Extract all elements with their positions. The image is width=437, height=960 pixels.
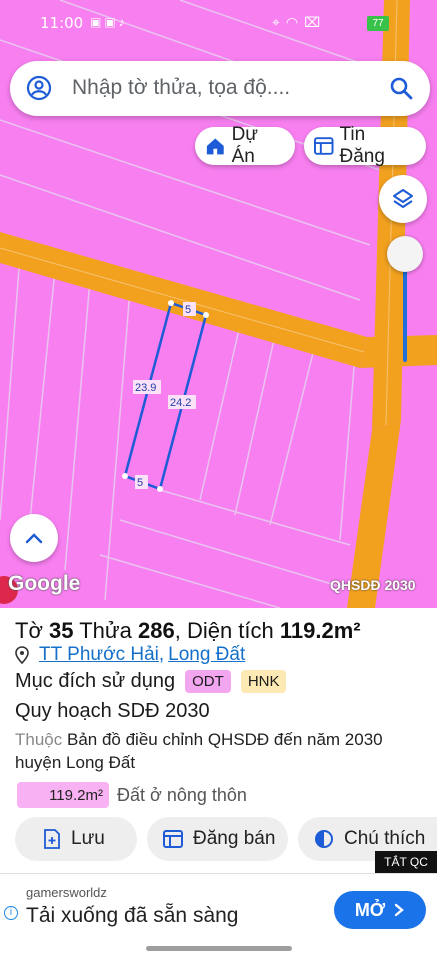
dim-bottom: 5 (137, 477, 143, 489)
list-icon (163, 830, 183, 848)
tag-hnk: HNK (240, 670, 287, 693)
save-label: Lưu (71, 828, 105, 849)
parcel-title: Tờ 35 Thửa 286, Diện tích 119.2m² (15, 618, 361, 643)
ad-source: gamersworldz (26, 885, 107, 900)
search-icon[interactable] (388, 75, 414, 101)
system-icons: ⌖◠⌧ (272, 14, 327, 30)
add-file-icon (44, 829, 60, 849)
tin-dang-button[interactable]: Tin Đăng (304, 124, 426, 167)
district-link[interactable]: Long Đất (168, 644, 245, 666)
to-value: 35 (49, 618, 74, 643)
chevron-right-icon (394, 903, 405, 917)
du-an-label: Dự Án (231, 124, 259, 167)
map-view[interactable]: 5 23.9 24.2 5 11:00 ▣▣♪ ⌖◠⌧ 77 Dự (0, 0, 437, 608)
dim-left: 23.9 (135, 382, 156, 394)
legend-label: Chú thích (344, 828, 426, 849)
layers-button[interactable] (379, 175, 427, 223)
map-layer-label: QHSDĐ 2030 (330, 577, 416, 593)
google-logo: Google (8, 572, 81, 595)
ad-headline: Tải xuống đã sẵn sàng (26, 904, 239, 927)
battery-icon: 77 (367, 16, 389, 31)
info-icon[interactable]: i (4, 906, 18, 920)
location-pin-icon (15, 646, 29, 664)
ad-open-label: MỞ (354, 899, 386, 920)
ad-banner[interactable]: gamersworldz i Tải xuống đã sẵn sàng MỞ (0, 873, 437, 945)
search-bar[interactable] (10, 61, 430, 116)
land-type: Đất ở nông thôn (117, 784, 247, 805)
tag-odt: ODT (185, 670, 231, 693)
land-type-row: 119.2m² Đất ở nông thôn (17, 782, 247, 808)
contrast-icon (315, 830, 333, 848)
ward-link[interactable]: TT Phước Hải (39, 644, 159, 666)
dim-top: 5 (185, 304, 191, 316)
home-indicator[interactable] (146, 946, 292, 951)
tin-dang-label: Tin Đăng (339, 124, 385, 167)
belong-prefix: Thuộc (15, 730, 63, 749)
ad-open-button[interactable]: MỞ (334, 891, 426, 929)
status-bar: 11:00 ▣▣♪ ⌖◠⌧ 77 (0, 12, 437, 36)
belong-text: Bản đồ điều chỉnh QHSDĐ đến năm 2030 huy… (15, 730, 383, 772)
location: TT Phước Hải , Long Đất (15, 644, 245, 666)
expand-panel-button[interactable] (10, 514, 58, 562)
list-icon (314, 137, 334, 155)
opacity-slider-handle[interactable] (387, 236, 423, 272)
area-label: Diện tích (186, 618, 274, 643)
notification-icons: ▣▣♪ (90, 15, 128, 29)
clock: 11:00 (40, 14, 84, 32)
chevron-up-icon (25, 533, 43, 544)
area-chip: 119.2m² (17, 782, 109, 808)
thua-value: 286 (137, 618, 175, 643)
to-label: Tờ (15, 618, 43, 643)
save-button[interactable]: Lưu (15, 817, 137, 861)
layers-icon (393, 189, 413, 208)
house-icon (206, 138, 224, 155)
dim-right: 24.2 (170, 397, 191, 409)
map-source: Thuộc Bản đồ điều chỉnh QHSDĐ đến năm 20… (15, 728, 425, 774)
post-sale-button[interactable]: Đăng bán (147, 817, 288, 861)
purpose-label: Mục đích sử dụng (15, 670, 176, 692)
land-use-purpose: Mục đích sử dụng ODT HNK (15, 670, 287, 693)
account-icon[interactable] (26, 75, 52, 101)
thua-label: Thửa (79, 618, 132, 643)
search-input[interactable] (72, 71, 372, 105)
plan-title: Quy hoạch SDĐ 2030 (15, 700, 210, 722)
du-an-button[interactable]: Dự Án (195, 124, 295, 167)
close-ad-button[interactable]: TẮT QC (375, 851, 437, 873)
post-sale-label: Đăng bán (193, 828, 276, 849)
area-value: 119.2m² (279, 618, 361, 643)
